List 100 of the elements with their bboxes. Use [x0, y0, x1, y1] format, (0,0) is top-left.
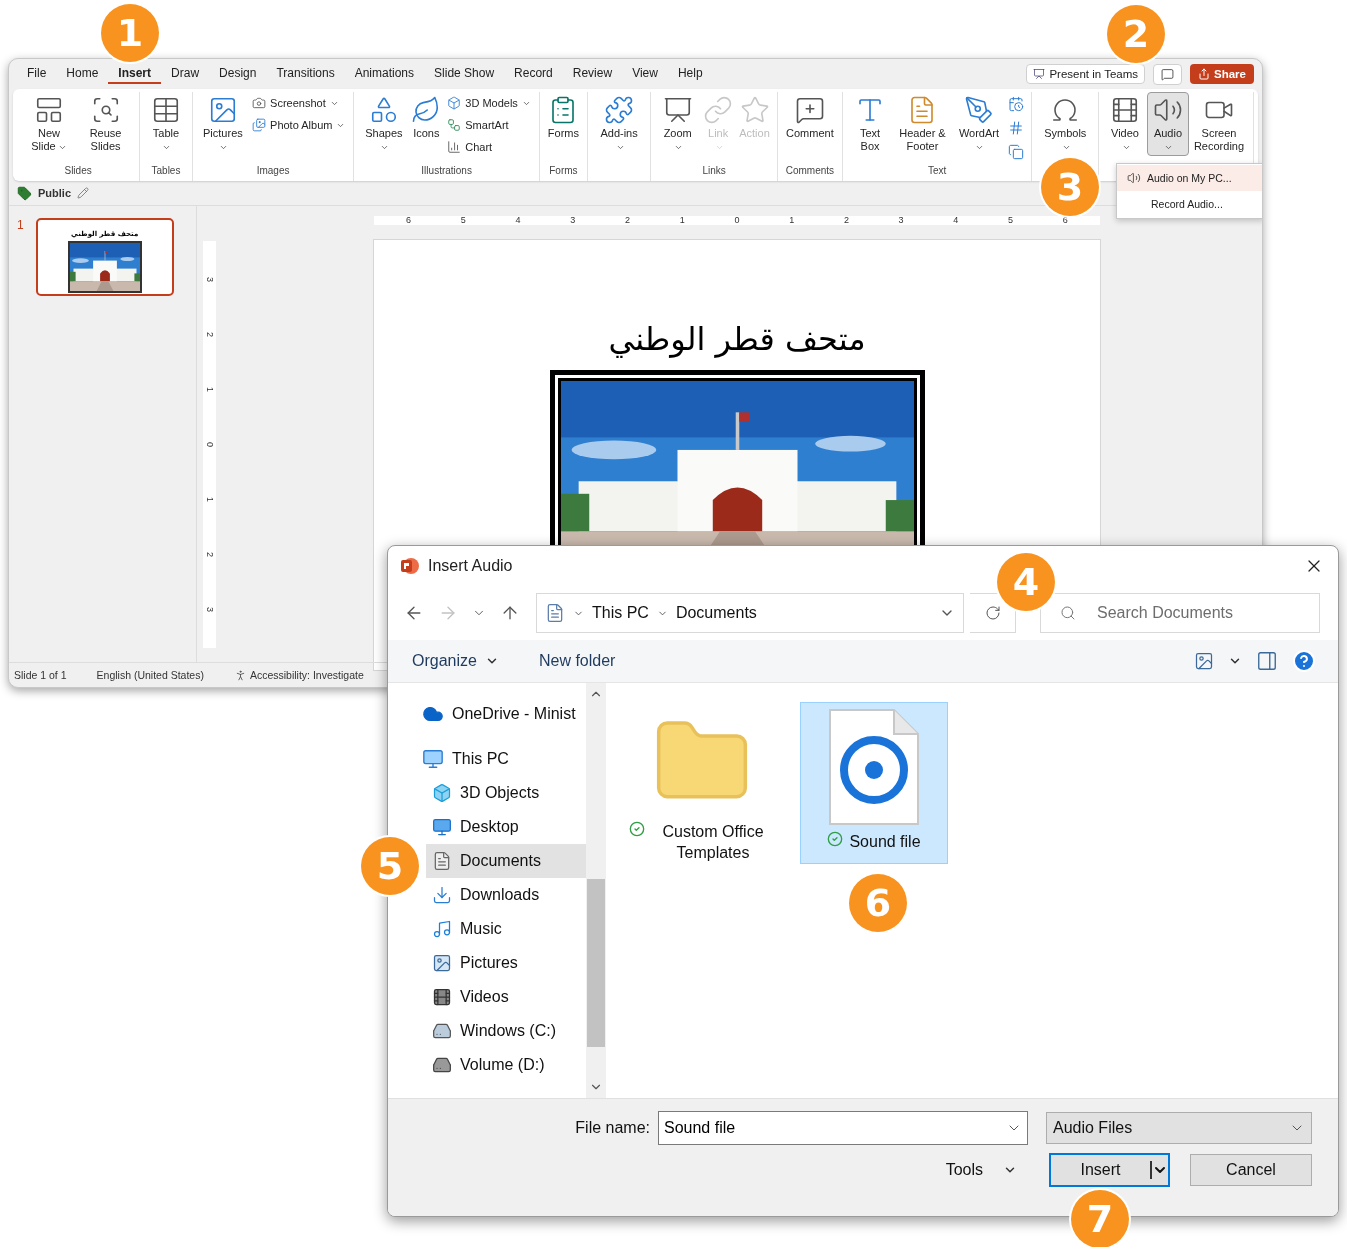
- dialog-title: Insert Audio: [428, 557, 513, 575]
- file-name: Sound file: [849, 832, 921, 852]
- ribbon-button[interactable]: WordArt: [952, 92, 1006, 156]
- menu-tab[interactable]: Design: [209, 64, 267, 84]
- nav-tree-item[interactable]: Downloads: [426, 878, 586, 912]
- ribbon-button[interactable]: Reuse Slides: [76, 92, 135, 156]
- nav-tree-item[interactable]: Desktop: [426, 810, 586, 844]
- address-bar[interactable]: This PC Documents: [536, 593, 964, 633]
- share-button[interactable]: Share: [1190, 64, 1254, 84]
- menu-item[interactable]: Audio on My PC...: [1117, 165, 1262, 191]
- ribbon-button[interactable]: Chart: [444, 138, 534, 156]
- file-item[interactable]: Sound file: [800, 702, 948, 864]
- ribbon-button[interactable]: SmartArt: [444, 116, 534, 134]
- document-icon: [432, 851, 452, 871]
- nav-tree-item[interactable]: This PC: [416, 742, 586, 776]
- status-text: Slide 1 of 1: [14, 669, 67, 681]
- ribbon-button[interactable]: Header & Footer: [893, 92, 952, 156]
- group-label: Comments: [784, 164, 836, 178]
- ruler-number: 1: [679, 216, 685, 225]
- ribbon-button[interactable]: Table: [145, 92, 187, 156]
- insert-button[interactable]: Insert: [1049, 1153, 1170, 1187]
- menu-tab[interactable]: Record: [504, 64, 563, 84]
- ribbon-button[interactable]: 3D Models: [444, 94, 534, 112]
- ribbon-button[interactable]: Comment: [783, 92, 837, 156]
- nav-tree-item[interactable]: OneDrive - Minist: [416, 697, 586, 731]
- breadcrumb-item[interactable]: Documents: [675, 604, 757, 622]
- ribbon-button[interactable]: Icons: [409, 92, 444, 156]
- ribbon-button[interactable]: Symbols: [1037, 92, 1094, 156]
- nav-tree-item[interactable]: Windows (C:): [426, 1014, 586, 1048]
- file-type-select[interactable]: Audio Files: [1046, 1112, 1312, 1144]
- menu-tab[interactable]: View: [622, 64, 668, 84]
- cube-icon: [432, 783, 452, 803]
- nav-tree-item[interactable]: Documents: [426, 844, 586, 878]
- menu-tab[interactable]: Help: [667, 64, 713, 84]
- ribbon-button[interactable]: Shapes: [359, 92, 409, 156]
- file-name-field[interactable]: Sound file: [658, 1111, 1028, 1145]
- menu-tab[interactable]: File: [17, 64, 57, 84]
- nav-tree-item[interactable]: 3D Objects: [426, 776, 586, 810]
- ribbon-button[interactable]: Zoom: [656, 92, 700, 156]
- speaker-icon: [1127, 171, 1141, 185]
- flowchart-icon: [447, 118, 462, 132]
- nav-tree-item[interactable]: Videos: [426, 980, 586, 1014]
- help-icon: [1292, 649, 1316, 673]
- ribbon-button[interactable]: Text Box: [847, 92, 893, 156]
- comment-icon: [794, 95, 825, 125]
- ribbon-button[interactable]: Photo Album: [249, 116, 349, 134]
- present-in-teams-button[interactable]: Present in Teams: [1026, 64, 1146, 84]
- group-label: Slides: [63, 164, 93, 178]
- group-label: Text: [926, 164, 948, 178]
- status-text: Accessibility: Investigate: [249, 669, 364, 681]
- ruler-number: 1: [789, 216, 795, 225]
- ribbon-button[interactable]: Audio: [1146, 92, 1189, 156]
- step-number-badge: 2: [1107, 5, 1165, 63]
- organize-button[interactable]: Organize: [412, 652, 499, 670]
- ribbon-button[interactable]: Forms: [544, 92, 583, 156]
- nav-tree-item[interactable]: Volume (D:): [426, 1048, 586, 1082]
- ruler-number: 2: [624, 216, 630, 225]
- ribbon-button[interactable]: Pictures: [197, 92, 249, 156]
- ruler-number: 4: [515, 216, 521, 225]
- document-icon: [545, 603, 565, 623]
- preview-pane-icon: [1256, 650, 1278, 672]
- ribbon-button[interactable]: Add-ins: [593, 92, 646, 156]
- scrollbar[interactable]: [586, 683, 606, 1098]
- group-label: Tables: [150, 164, 182, 178]
- hash-icon: [1008, 120, 1025, 136]
- search-field[interactable]: Search Documents: [1040, 593, 1320, 633]
- drive-icon: [432, 1055, 452, 1075]
- breadcrumb-item[interactable]: This PC: [592, 604, 649, 622]
- ruler-number: 6: [406, 216, 411, 225]
- menu-tab[interactable]: Home: [56, 64, 109, 84]
- group-label: Links: [701, 164, 727, 178]
- step-number-badge: 5: [361, 837, 419, 895]
- ruler-number: 3: [898, 216, 904, 225]
- camera-icon: [252, 96, 267, 110]
- desktop-icon: [432, 817, 452, 837]
- share-icon: [1198, 68, 1211, 80]
- field-label: File name:: [575, 1119, 650, 1137]
- comment-icon: [1161, 67, 1175, 81]
- new-folder-button[interactable]: New folder: [538, 652, 616, 670]
- menu-tab[interactable]: Slide Show: [424, 64, 505, 84]
- search-icon: [1060, 605, 1076, 621]
- music-note-icon: [432, 919, 452, 939]
- file-item[interactable]: Custom Office Templates: [628, 702, 776, 864]
- ribbon-button[interactable]: Screen Recording: [1190, 92, 1248, 156]
- group-label: Forms: [548, 164, 579, 178]
- menu-tab[interactable]: Review: [562, 64, 623, 84]
- nav-tree-item[interactable]: Pictures: [426, 946, 586, 980]
- ribbon-button[interactable]: New Slide: [22, 92, 76, 156]
- refresh-button[interactable]: [970, 593, 1016, 633]
- menu-tab[interactable]: Transitions: [266, 64, 345, 84]
- comments-button[interactable]: [1153, 63, 1183, 85]
- ribbon-button[interactable]: Video: [1104, 92, 1146, 156]
- view-icon: [1194, 651, 1214, 671]
- group-label: Illustrations: [420, 164, 473, 178]
- cancel-button[interactable]: Cancel: [1190, 1154, 1312, 1186]
- menu-tab[interactable]: Animations: [344, 64, 425, 84]
- menu-tab[interactable]: Draw: [161, 64, 210, 84]
- nav-tree-item[interactable]: Music: [426, 912, 586, 946]
- ribbon-button[interactable]: Screenshot: [249, 94, 349, 112]
- tools-button[interactable]: Tools: [939, 1160, 1023, 1180]
